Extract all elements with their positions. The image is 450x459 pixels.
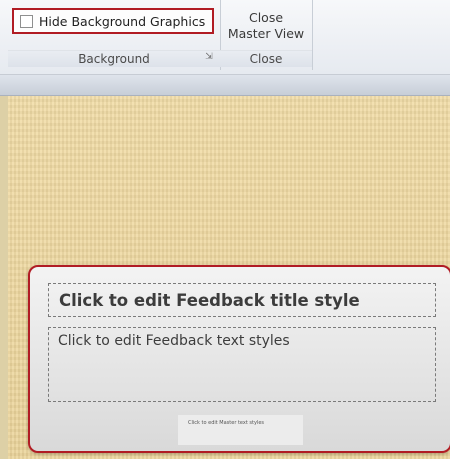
master-text-placeholder[interactable]: Click to edit Master text styles [178, 415, 303, 445]
close-master-view-button[interactable]: Close Master View [224, 10, 308, 44]
background-group-label: Background ⇲ [8, 50, 220, 67]
feedback-title-placeholder[interactable]: Click to edit Feedback title style [48, 283, 436, 317]
hide-background-graphics-label: Hide Background Graphics [39, 13, 206, 29]
ribbon-group-close: Close Master View Close [220, 0, 313, 70]
close-group-label: Close [220, 50, 312, 67]
feedback-layout-panel[interactable]: Click to edit Feedback title style Click… [28, 265, 450, 453]
background-group-label-text: Background [78, 52, 150, 66]
feedback-text-placeholder[interactable]: Click to edit Feedback text styles [48, 327, 436, 402]
hide-background-graphics-checkbox[interactable]: Hide Background Graphics [12, 8, 214, 34]
ribbon: Hide Background Graphics Background ⇲ Cl… [0, 0, 450, 75]
checkbox-icon[interactable] [20, 14, 33, 28]
close-master-view-line1: Close [248, 10, 284, 25]
close-master-view-line2: Master View [227, 26, 305, 41]
ribbon-separator-strip [0, 75, 450, 96]
ribbon-group-background: Hide Background Graphics Background ⇲ [8, 0, 221, 70]
dialog-launcher-icon[interactable]: ⇲ [204, 52, 214, 62]
